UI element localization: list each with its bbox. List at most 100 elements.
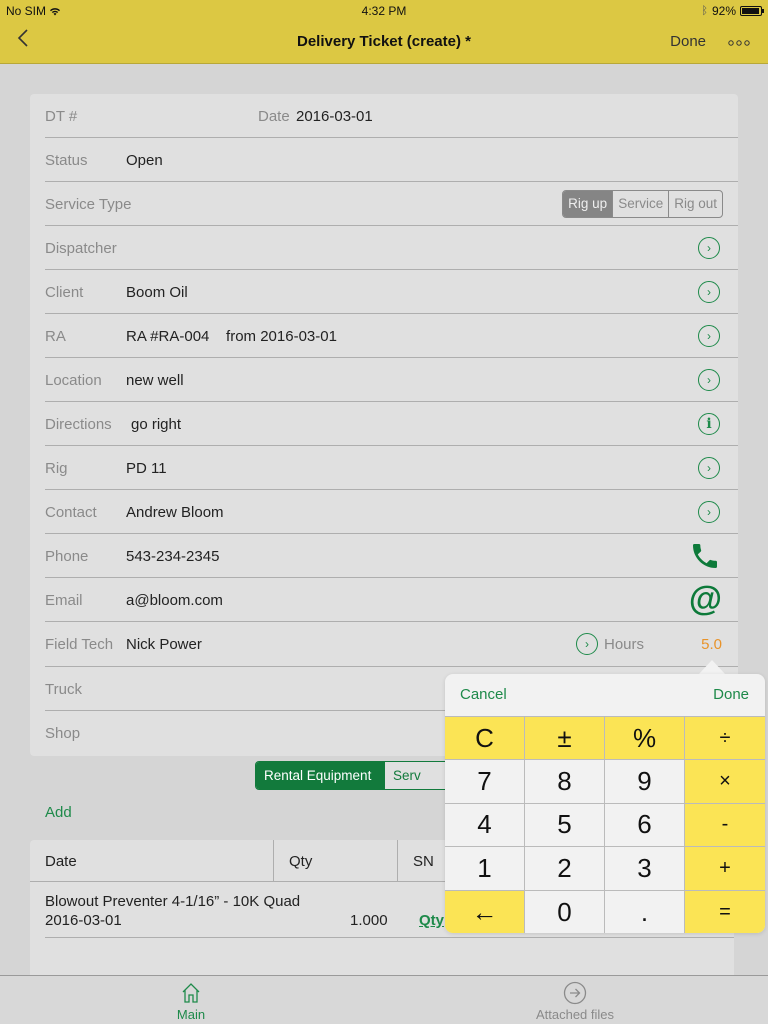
tab-main-label: Main: [176, 1007, 206, 1022]
key-multiply[interactable]: ×: [685, 760, 765, 804]
row-dt[interactable]: DT # Date 2016-03-01: [45, 94, 738, 138]
phone-value: 543-234-2345: [126, 548, 220, 565]
key-four[interactable]: 4: [445, 803, 525, 848]
row-field-tech[interactable]: Field Tech Nick Power › Hours 5.0: [45, 622, 738, 667]
client-label: Client: [45, 284, 84, 301]
row-contact[interactable]: Contact Andrew Bloom ›: [45, 490, 738, 534]
service-type-service[interactable]: Service: [612, 191, 668, 217]
dispatcher-chevron-icon[interactable]: ›: [698, 237, 720, 259]
row-service-type: Service Type Rig up Service Rig out: [45, 182, 738, 226]
calculator-popover: Cancel Done C ±% ÷ 7 8 9 × 4 5 6- 1 2 3 + ← 0. =: [445, 674, 765, 933]
location-chevron-icon[interactable]: ›: [698, 369, 720, 391]
key-five[interactable]: 5: [525, 803, 605, 848]
service-type-rig-up[interactable]: Rig up: [563, 191, 613, 217]
rig-value: PD 11: [126, 460, 167, 477]
tab-main[interactable]: Main: [91, 976, 291, 1024]
row-dispatcher[interactable]: Dispatcher ›: [45, 226, 738, 270]
key-plus-minus[interactable]: ±: [525, 717, 605, 761]
email-value: a@bloom.com: [126, 592, 223, 609]
row-rig[interactable]: Rig PD 11 ›: [45, 446, 738, 490]
equipment-qty: 1.000: [350, 912, 388, 929]
status-value: Open: [126, 152, 163, 169]
date-label: Date: [258, 108, 290, 125]
popover-arrow: [698, 660, 726, 675]
key-six[interactable]: 6: [605, 803, 685, 848]
tab-attached-files[interactable]: Attached files: [475, 976, 675, 1024]
row-location[interactable]: Location new well ›: [45, 358, 738, 402]
calculator-done-button[interactable]: Done: [713, 686, 749, 703]
ra-label: RA: [45, 328, 66, 345]
row-client[interactable]: Client Boom Oil ›: [45, 270, 738, 314]
more-options-button[interactable]: [728, 34, 750, 49]
info-icon[interactable]: i: [698, 413, 720, 435]
field-tech-value: Nick Power: [126, 636, 202, 653]
battery-icon: [740, 6, 764, 16]
field-tech-label: Field Tech: [45, 636, 114, 653]
contact-label: Contact: [45, 504, 97, 521]
done-button[interactable]: Done: [670, 33, 706, 50]
field-tech-chevron-icon[interactable]: ›: [576, 633, 598, 655]
hours-label: Hours: [604, 636, 645, 653]
key-eight[interactable]: 8: [525, 760, 605, 804]
client-chevron-icon[interactable]: ›: [698, 281, 720, 303]
directions-label: Directions: [45, 416, 112, 433]
key-seven[interactable]: 7: [445, 760, 525, 804]
shop-label: Shop: [45, 725, 81, 742]
battery-percent: 92%: [711, 4, 736, 18]
key-plus[interactable]: +: [685, 847, 765, 891]
arrow-circle-icon: [563, 981, 587, 1005]
ra-value: RA #RA-004 from 2016-03-01: [126, 328, 337, 345]
row-email: Email a@bloom.com @: [45, 578, 738, 622]
tab-bar: Main Attached files: [0, 975, 768, 1024]
key-divide[interactable]: ÷: [685, 717, 765, 761]
key-clear[interactable]: C: [445, 717, 525, 761]
directions-value: go right: [131, 416, 182, 433]
bluetooth-icon: ᛒ: [701, 5, 708, 17]
key-decimal[interactable]: .: [605, 890, 685, 933]
service-type-label: Service Type: [45, 196, 132, 213]
column-header-date[interactable]: Date: [30, 840, 274, 882]
dispatcher-label: Dispatcher: [45, 240, 117, 257]
truck-label: Truck: [45, 681, 82, 698]
tab-rental-equipment[interactable]: Rental Equipment: [256, 762, 384, 789]
calculator-cancel-button[interactable]: Cancel: [460, 686, 507, 703]
row-phone: Phone 543-234-2345: [45, 534, 738, 578]
key-zero[interactable]: 0: [525, 890, 605, 933]
home-icon: [182, 983, 200, 1003]
ellipsis-icon: [728, 40, 750, 46]
key-two[interactable]: 2: [525, 847, 605, 891]
qty-link[interactable]: Qty: [419, 912, 444, 929]
key-equals[interactable]: =: [685, 890, 765, 933]
date-value[interactable]: 2016-03-01: [296, 108, 373, 125]
column-header-qty[interactable]: Qty: [274, 840, 398, 882]
equipment-date: 2016-03-01: [45, 912, 122, 929]
row-ra[interactable]: RA RA #RA-004 from 2016-03-01 ›: [45, 314, 738, 358]
service-type-segmented-control[interactable]: Rig up Service Rig out: [562, 190, 723, 218]
key-percent[interactable]: %: [605, 717, 685, 761]
row-status: Status Open: [45, 138, 738, 182]
dt-label: DT #: [45, 108, 78, 125]
key-one[interactable]: 1: [445, 847, 525, 891]
location-value: new well: [126, 372, 184, 389]
equipment-name: Blowout Preventer 4-1/16” - 10K Quad: [45, 893, 301, 910]
key-three[interactable]: 3: [605, 847, 685, 891]
clock: 4:32 PM: [361, 4, 407, 18]
phone-label: Phone: [45, 548, 89, 565]
email-at-icon[interactable]: @: [689, 582, 722, 616]
key-backspace[interactable]: ←: [445, 890, 525, 933]
delivery-ticket-form: DT # Date 2016-03-01 Status Open Service…: [30, 94, 738, 756]
client-value: Boom Oil: [126, 284, 188, 301]
ra-chevron-icon[interactable]: ›: [698, 325, 720, 347]
key-minus[interactable]: -: [685, 803, 765, 848]
row-directions[interactable]: Directions go right i: [45, 402, 738, 446]
add-button[interactable]: Add: [45, 804, 72, 821]
tab-attached-files-label: Attached files: [535, 1007, 615, 1022]
navigation-bar: No SIM 4:32 PM ᛒ 92% Delivery Ticket (cr…: [0, 0, 768, 64]
phone-icon[interactable]: [688, 540, 722, 577]
service-type-rig-out[interactable]: Rig out: [668, 191, 722, 217]
key-nine[interactable]: 9: [605, 760, 685, 804]
contact-chevron-icon[interactable]: ›: [698, 501, 720, 523]
hours-value[interactable]: 5.0: [701, 636, 722, 653]
calculator-keypad: C ±% ÷ 7 8 9 × 4 5 6- 1 2 3 + ← 0. =: [445, 716, 765, 933]
rig-chevron-icon[interactable]: ›: [698, 457, 720, 479]
